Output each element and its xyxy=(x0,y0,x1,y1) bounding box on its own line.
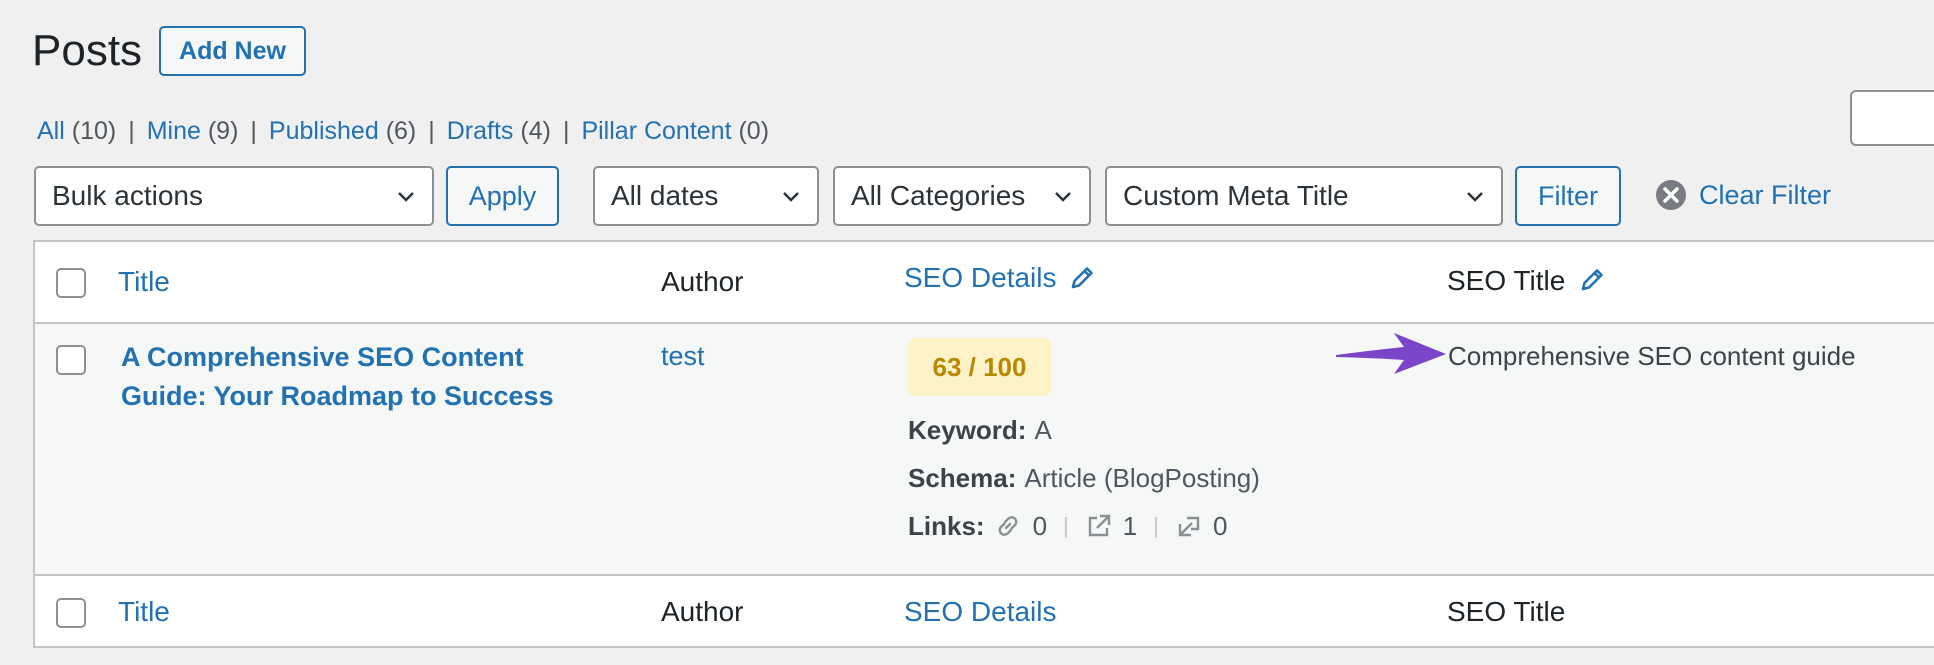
column-seo-title-footer: SEO Title xyxy=(1447,596,1566,627)
pencil-icon[interactable] xyxy=(1068,264,1096,292)
view-published-count: (6) xyxy=(385,117,417,145)
chevron-down-icon xyxy=(1055,192,1071,202)
column-seo-title-header: SEO Title xyxy=(1447,265,1566,296)
categories-filter-value: All Categories xyxy=(851,180,1026,211)
links-label: Links: xyxy=(908,511,985,541)
column-seo-details-footer[interactable]: SEO Details xyxy=(904,595,1057,629)
clear-filter-link[interactable]: Clear Filter xyxy=(1655,177,1831,213)
column-author-footer: Author xyxy=(661,596,744,627)
pencil-icon[interactable] xyxy=(1578,266,1606,294)
bulk-actions-value: Bulk actions xyxy=(52,180,203,211)
categories-filter-select[interactable]: All Categories xyxy=(833,166,1091,226)
view-separator: | xyxy=(128,117,135,145)
column-author-header: Author xyxy=(661,266,744,297)
view-drafts-count: (4) xyxy=(520,117,551,145)
keyword-label: Keyword: xyxy=(908,415,1027,445)
chevron-down-icon xyxy=(783,192,799,202)
dates-filter-value: All dates xyxy=(611,180,719,211)
seo-title-value: Comprehensive SEO content guide xyxy=(1448,341,1856,371)
seo-score-badge: 63 / 100 xyxy=(908,338,1051,396)
seo-meta-filter-select[interactable]: Custom Meta Title xyxy=(1105,166,1503,226)
post-title-link[interactable]: A Comprehensive SEO Content Guide: Your … xyxy=(121,338,601,416)
apply-button[interactable]: Apply xyxy=(446,166,559,226)
column-seo-details-header[interactable]: SEO Details xyxy=(904,261,1057,295)
view-all-count: (10) xyxy=(71,117,117,145)
filter-button[interactable]: Filter xyxy=(1515,166,1621,226)
view-pillar-content-count: (0) xyxy=(738,117,770,145)
select-all-checkbox-footer[interactable] xyxy=(56,598,86,628)
link-icon xyxy=(998,516,1017,536)
view-separator: | xyxy=(250,117,257,145)
schema-label: Schema: xyxy=(908,463,1017,493)
links-separator: | xyxy=(1063,513,1069,538)
seo-meta-filter-value: Custom Meta Title xyxy=(1123,180,1349,211)
search-input[interactable] xyxy=(1850,90,1934,146)
internal-links-count: 0 xyxy=(1032,511,1048,541)
arrow-annotation-icon xyxy=(1336,333,1446,374)
bulk-actions-select[interactable]: Bulk actions xyxy=(34,166,434,226)
view-mine-count: (9) xyxy=(207,117,239,145)
links-line: Links: 0 | 1 | 0 xyxy=(908,510,1227,542)
row-checkbox[interactable] xyxy=(56,345,86,375)
chevron-down-icon xyxy=(398,192,414,202)
external-links-count: 1 xyxy=(1122,511,1138,541)
author-link[interactable]: test xyxy=(661,340,705,372)
add-new-button[interactable]: Add New xyxy=(159,26,306,76)
column-title-footer[interactable]: Title xyxy=(118,595,170,629)
view-published-link[interactable]: Published xyxy=(269,117,379,145)
keyword-line: Keyword: A xyxy=(908,414,1052,446)
incoming-links-count: 0 xyxy=(1212,511,1228,541)
view-pillar-content-link[interactable]: Pillar Content xyxy=(581,117,731,145)
view-drafts-link[interactable]: Drafts xyxy=(447,117,514,145)
view-mine-link[interactable]: Mine xyxy=(147,117,201,145)
view-all-link[interactable]: All xyxy=(37,117,65,145)
view-separator: | xyxy=(562,117,570,145)
view-separator: | xyxy=(428,117,435,145)
chevron-down-icon xyxy=(1467,192,1483,202)
links-separator: | xyxy=(1153,513,1159,538)
post-status-views: All (10) | Mine (9) | Published (6) | Drafts (… xyxy=(37,116,769,146)
schema-line: Schema: Article (BlogPosting) xyxy=(908,462,1260,494)
clear-filter-label: Clear Filter xyxy=(1699,179,1832,210)
column-title-header[interactable]: Title xyxy=(118,265,170,299)
schema-value: Article (BlogPosting) xyxy=(1024,463,1260,493)
keyword-value: A xyxy=(1034,415,1052,445)
external-link-icon xyxy=(1088,514,1110,537)
incoming-link-icon xyxy=(1178,516,1200,537)
close-circle-icon xyxy=(1656,180,1686,210)
dates-filter-select[interactable]: All dates xyxy=(593,166,819,226)
select-all-checkbox[interactable] xyxy=(56,268,86,298)
page-title: Posts xyxy=(32,26,143,75)
